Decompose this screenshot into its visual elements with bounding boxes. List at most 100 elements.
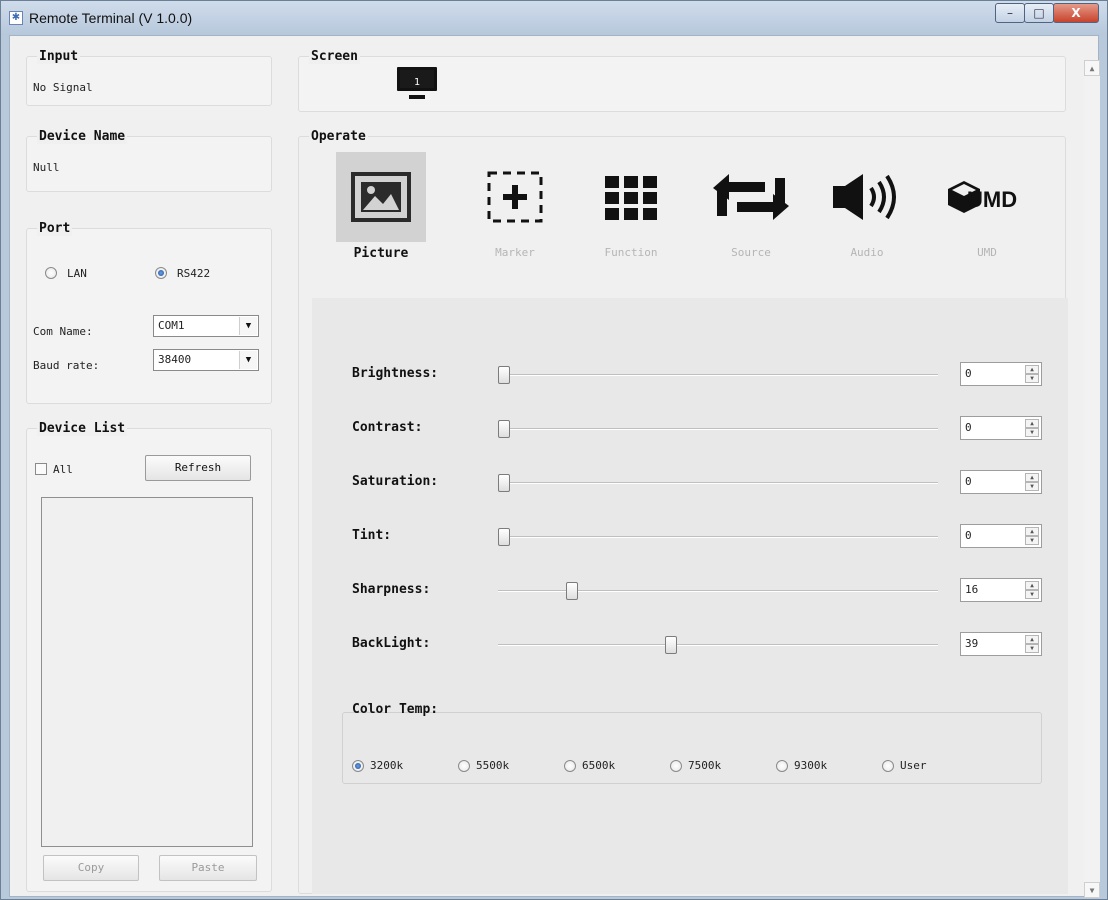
slider-track[interactable] [498, 528, 938, 546]
spin-up-icon[interactable]: ▲ [1025, 581, 1039, 590]
slider-track[interactable] [498, 366, 938, 384]
color-temp-radio[interactable] [458, 759, 470, 772]
spin-down-icon[interactable]: ▼ [1025, 536, 1039, 545]
slider-track[interactable] [498, 420, 938, 438]
value-spinbox[interactable]: 0 ▲ ▼ [960, 416, 1042, 440]
chevron-down-icon: ▼ [239, 351, 257, 369]
all-label: All [53, 463, 73, 476]
scroll-up-icon[interactable]: ▲ [1084, 60, 1100, 76]
umd-label: UMD [977, 246, 997, 259]
umd-tab[interactable]: UMD UMD [942, 152, 1032, 272]
spin-up-icon[interactable]: ▲ [1025, 365, 1039, 374]
slider-thumb[interactable] [498, 528, 510, 546]
color-temp-radio[interactable] [564, 759, 576, 772]
spin-down-icon[interactable]: ▼ [1025, 590, 1039, 599]
source-label: Source [731, 246, 771, 259]
marker-label: Marker [495, 246, 535, 259]
refresh-button[interactable]: Refresh [145, 455, 251, 481]
value-spinbox[interactable]: 39 ▲ ▼ [960, 632, 1042, 656]
spin-up-icon[interactable]: ▲ [1025, 527, 1039, 536]
spin-down-icon[interactable]: ▼ [1025, 374, 1039, 383]
value-spinbox[interactable]: 0 ▲ ▼ [960, 470, 1042, 494]
app-icon: ✱ [9, 11, 23, 25]
slider-thumb[interactable] [665, 636, 677, 654]
chevron-down-icon: ▼ [239, 317, 257, 335]
audio-icon [822, 152, 912, 242]
slider-label: Saturation: [352, 474, 439, 489]
color-temp-option[interactable]: 9300k [776, 758, 827, 772]
color-temp-option[interactable]: 7500k [670, 758, 721, 772]
spin-up-icon[interactable]: ▲ [1025, 473, 1039, 482]
screen-number: 1 [413, 77, 421, 88]
function-label: Function [604, 246, 658, 259]
spinbox-value: 0 [965, 421, 972, 434]
device-list-box[interactable] [41, 497, 253, 847]
color-temp-radio[interactable] [670, 759, 682, 772]
source-tab[interactable]: Source [706, 152, 796, 272]
function-icon [586, 152, 676, 242]
slider-thumb[interactable] [566, 582, 578, 600]
device-name-title: Device Name [37, 129, 128, 144]
value-spinbox[interactable]: 0 ▲ ▼ [960, 524, 1042, 548]
color-temp-label: 3200k [370, 759, 404, 772]
paste-button[interactable]: Paste [159, 855, 257, 881]
slider-thumb[interactable] [498, 366, 510, 384]
slider-track[interactable] [498, 474, 938, 492]
operate-title: Operate [309, 129, 368, 144]
vertical-scrollbar[interactable]: ▲ ▼ [1084, 60, 1100, 898]
rs422-radio[interactable] [155, 267, 167, 279]
slider-thumb[interactable] [498, 420, 510, 438]
slider-track[interactable] [498, 582, 938, 600]
spinbox-value: 0 [965, 367, 972, 380]
device-list-group: Device List All Refresh Copy Paste [26, 421, 272, 892]
monitor-icon[interactable]: 1 [395, 65, 439, 101]
com-name-select[interactable]: COM1 ▼ [153, 315, 259, 337]
spinbox-value: 0 [965, 529, 972, 542]
color-temp-radio[interactable] [776, 759, 788, 772]
title-bar[interactable]: ✱ Remote Terminal (V 1.0.0) – □ X [1, 1, 1107, 35]
device-name-value: Null [33, 161, 60, 174]
picture-panel: Color Temp: Brightness: 0 ▲ ▼ Contrast: 0 ▲ ▼ Sa… [312, 298, 1068, 894]
spin-down-icon[interactable]: ▼ [1025, 644, 1039, 653]
value-spinbox[interactable]: 0 ▲ ▼ [960, 362, 1042, 386]
spinbox-value: 0 [965, 475, 972, 488]
spin-up-icon[interactable]: ▲ [1025, 419, 1039, 428]
color-temp-radio[interactable] [352, 759, 364, 772]
slider-thumb[interactable] [498, 474, 510, 492]
slider-label: Sharpness: [352, 582, 431, 597]
input-status: No Signal [33, 81, 93, 94]
spin-down-icon[interactable]: ▼ [1025, 428, 1039, 437]
baud-rate-label: Baud rate: [33, 359, 100, 372]
color-temp-option[interactable]: 5500k [458, 758, 509, 772]
slider-label: Contrast: [352, 420, 423, 435]
color-temp-option[interactable]: 6500k [564, 758, 615, 772]
spin-down-icon[interactable]: ▼ [1025, 482, 1039, 491]
all-checkbox[interactable] [35, 463, 47, 475]
color-temp-radio[interactable] [882, 759, 894, 772]
com-name-label: Com Name: [33, 325, 93, 338]
audio-tab[interactable]: Audio [822, 152, 912, 272]
picture-tab[interactable]: Picture [336, 152, 426, 272]
baud-rate-value: 38400 [158, 353, 192, 366]
rs422-label: RS422 [177, 267, 211, 280]
lan-radio[interactable] [45, 267, 57, 279]
marker-tab[interactable]: Marker [470, 152, 560, 272]
umd-icon: UMD [942, 152, 1032, 242]
com-name-value: COM1 [158, 319, 185, 332]
source-icon [706, 152, 796, 242]
scroll-down-icon[interactable]: ▼ [1084, 882, 1100, 898]
baud-rate-select[interactable]: 38400 ▼ [153, 349, 259, 371]
function-tab[interactable]: Function [586, 152, 676, 272]
close-button[interactable]: X [1053, 3, 1099, 23]
app-window: ✱ Remote Terminal (V 1.0.0) – □ X Input … [0, 0, 1108, 900]
umd-icon-text: UMD [967, 187, 1017, 212]
color-temp-option[interactable]: User [882, 758, 927, 772]
maximize-button[interactable]: □ [1024, 3, 1054, 23]
device-list-title: Device List [37, 421, 128, 436]
copy-button[interactable]: Copy [43, 855, 139, 881]
spin-up-icon[interactable]: ▲ [1025, 635, 1039, 644]
slider-track[interactable] [498, 636, 938, 654]
value-spinbox[interactable]: 16 ▲ ▼ [960, 578, 1042, 602]
color-temp-option[interactable]: 3200k [352, 758, 403, 772]
minimize-button[interactable]: – [995, 3, 1025, 23]
